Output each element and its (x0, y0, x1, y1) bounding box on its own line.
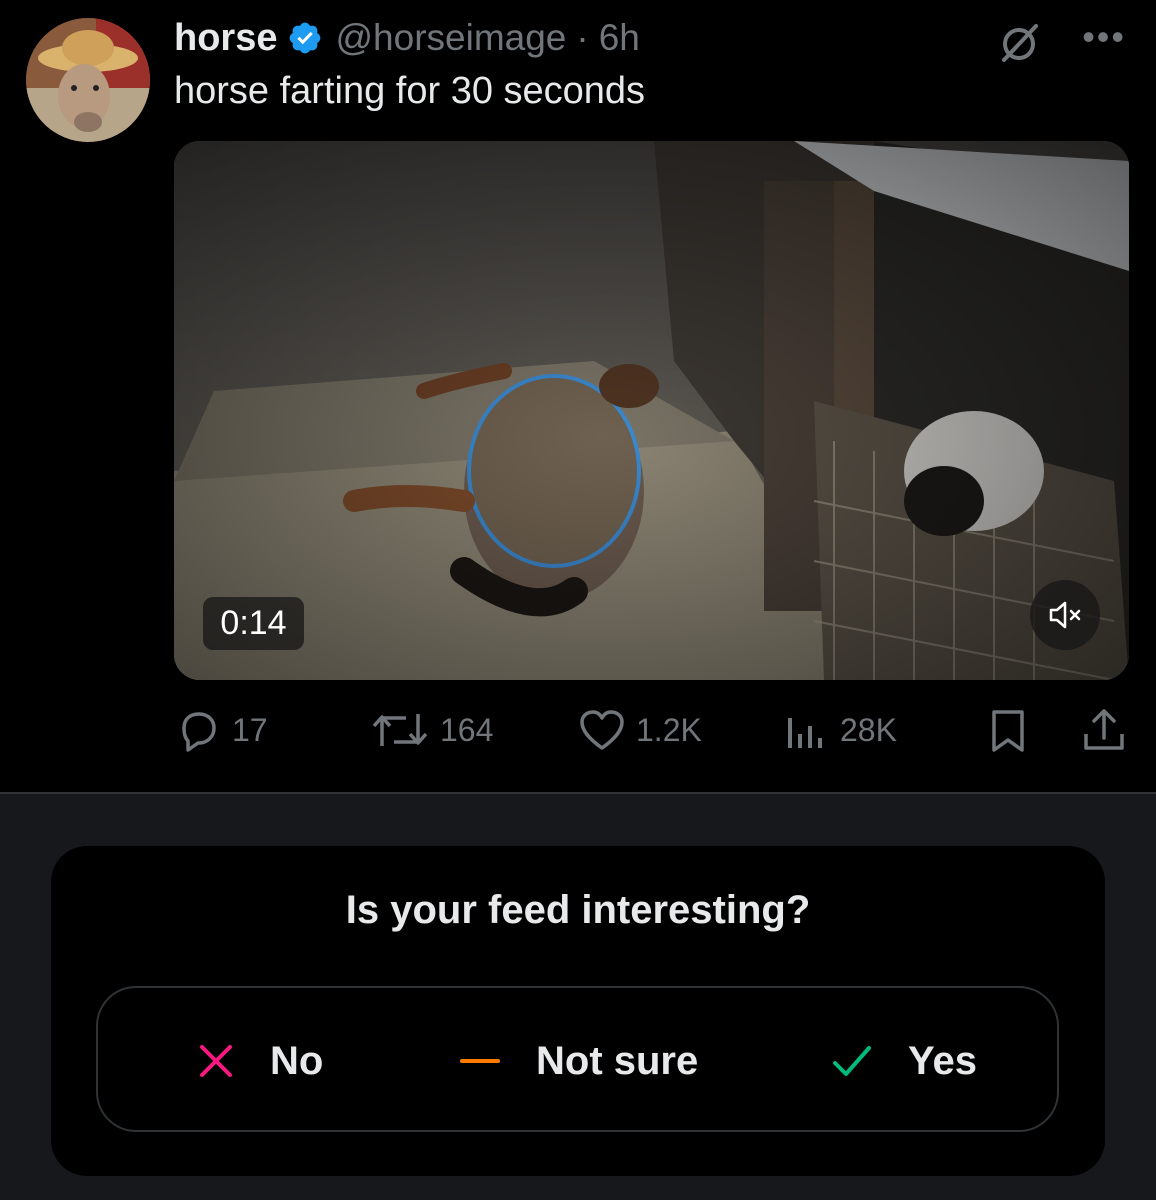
check-icon (832, 1043, 872, 1079)
tweet-text: horse farting for 30 seconds (174, 70, 646, 112)
bookmark-button[interactable] (984, 700, 1042, 760)
muted-speaker-icon (1049, 601, 1081, 629)
grok-icon[interactable] (996, 20, 1042, 66)
tweet-header: horse @horseimage · 6h (174, 14, 640, 62)
reply-count: 17 (232, 711, 268, 748)
video-frame (174, 141, 1129, 680)
feed-feedback-question: Is your feed interesting? (345, 888, 811, 932)
reply-button[interactable]: 17 (174, 700, 268, 760)
separator-dot: · (576, 17, 589, 58)
tweet-header-actions: ••• (996, 19, 1126, 66)
retweet-button[interactable]: 164 (370, 700, 493, 760)
tweet[interactable]: horse @horseimage · 6h ••• horse farting… (0, 0, 1156, 792)
tweet-actions: 17 164 1.2K 28K (174, 700, 1129, 760)
retweet-icon (372, 714, 428, 746)
avatar[interactable] (26, 18, 150, 142)
like-count: 1.2K (636, 711, 702, 748)
dash-icon (460, 1043, 500, 1079)
heart-icon (580, 710, 624, 750)
handle[interactable]: @horseimage (335, 17, 566, 59)
video-duration-badge: 0:14 (203, 597, 304, 650)
feedback-not-sure-button[interactable]: Not sure (460, 988, 698, 1134)
timestamp[interactable]: 6h (599, 17, 640, 59)
mute-toggle-button[interactable] (1030, 580, 1100, 650)
views-icon (788, 718, 822, 748)
feedback-not-sure-label: Not sure (536, 1038, 699, 1083)
like-button[interactable]: 1.2K (578, 700, 702, 760)
verified-badge-icon (290, 22, 321, 54)
more-icon[interactable]: ••• (1082, 19, 1126, 55)
feedback-no-button[interactable]: No (198, 988, 323, 1134)
x-icon (198, 1043, 234, 1079)
share-icon (1084, 709, 1124, 750)
reply-icon (182, 712, 216, 752)
bookmark-icon (992, 710, 1024, 752)
feedback-yes-button[interactable]: Yes (832, 988, 977, 1134)
video-player[interactable] (174, 141, 1129, 680)
feed-feedback-options: No Not sure Yes (96, 986, 1059, 1132)
feedback-yes-label: Yes (908, 1038, 977, 1083)
views-button[interactable]: 28K (782, 700, 897, 760)
share-button[interactable] (1080, 700, 1138, 760)
display-name[interactable]: horse (174, 17, 277, 60)
retweet-count: 164 (440, 711, 494, 748)
views-count: 28K (840, 711, 897, 748)
feedback-no-label: No (270, 1038, 324, 1083)
